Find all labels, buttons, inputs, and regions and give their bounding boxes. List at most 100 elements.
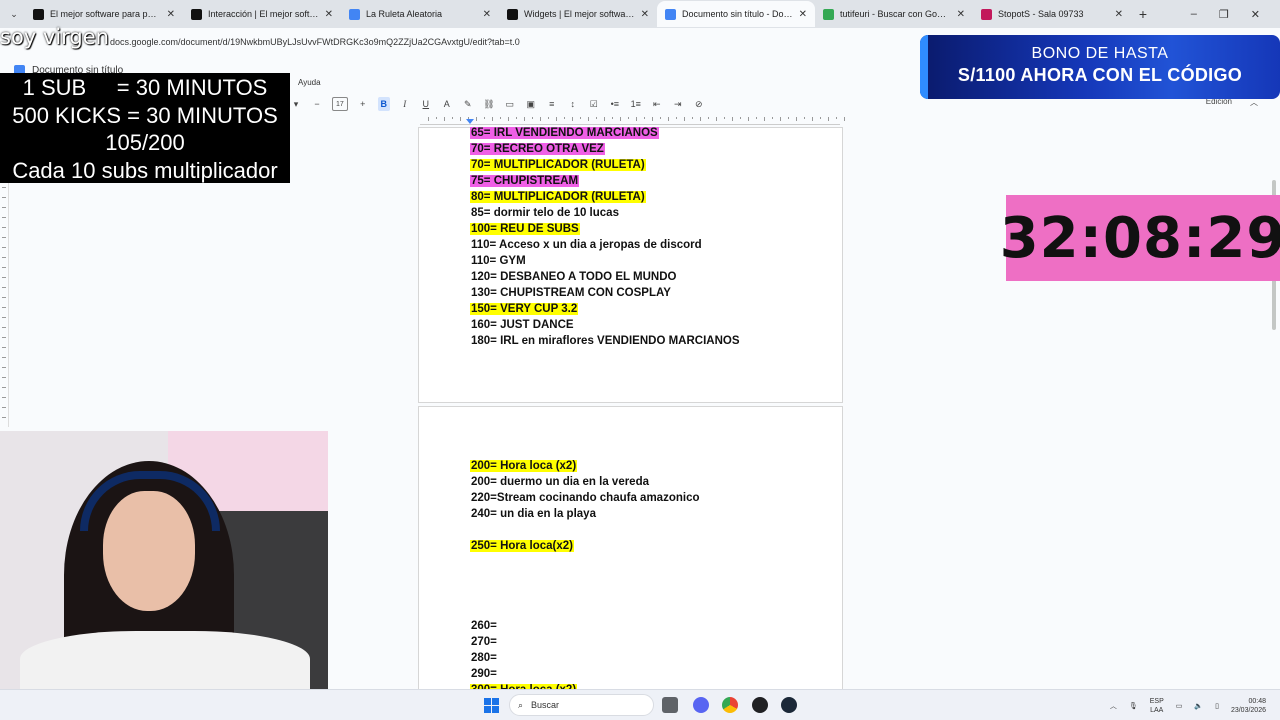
tab-close-icon[interactable]: ✕ <box>325 9 333 20</box>
browser-tab[interactable]: La Ruleta Aleatoria ✕ <box>341 1 499 27</box>
minimize-button[interactable]: ‒ <box>1191 8 1197 20</box>
ruler-tick <box>540 117 541 121</box>
windows-start-icon[interactable] <box>484 698 499 713</box>
ruler-tick <box>556 117 557 121</box>
ruler-tick <box>564 117 565 119</box>
tab-close-icon[interactable]: ✕ <box>799 9 807 20</box>
document-line[interactable]: 180= IRL en miraflores VENDIENDO MARCIAN… <box>470 334 741 348</box>
rule-multiplier: Cada 10 subs multiplicador <box>12 157 278 183</box>
menu-help[interactable]: Ayuda <box>298 78 321 87</box>
horizontal-ruler[interactable] <box>420 117 845 125</box>
align-left-icon[interactable]: ≡ <box>546 97 558 111</box>
tab-close-icon[interactable]: ✕ <box>167 9 175 20</box>
ruler-tick <box>828 117 829 121</box>
document-line[interactable]: 260= <box>470 619 498 633</box>
document-line[interactable]: 75= CHUPISTREAM <box>470 174 580 188</box>
document-line-text: 70= RECREO OTRA VEZ <box>470 143 605 155</box>
document-page-2[interactable]: 200= Hora loca (x2) 200= duermo un dia en… <box>418 406 843 696</box>
document-line[interactable]: 100= REU DE SUBS <box>470 222 580 236</box>
input-language[interactable]: ESP LAA <box>1150 697 1164 715</box>
close-window-button[interactable]: ✕ <box>1251 8 1260 21</box>
font-size-input[interactable]: 17 <box>332 97 348 111</box>
browser-tab[interactable]: StopotS - Sala 09733 ✕ <box>973 1 1131 27</box>
browser-tab[interactable]: Widgets | El mejor software pa ✕ <box>499 1 657 27</box>
text-color-icon[interactable]: A <box>441 97 453 111</box>
document-line[interactable]: 110= Acceso x un dia a jeropas de discor… <box>470 238 703 252</box>
ruler-tick <box>740 117 741 119</box>
insert-link-icon[interactable]: ⛓ <box>483 97 495 111</box>
ruler-tick <box>2 247 6 248</box>
ruler-tick <box>692 117 693 119</box>
new-tab-button[interactable]: + <box>1131 6 1155 22</box>
document-line[interactable]: 200= duermo un dia en la vereda <box>470 475 650 489</box>
bulleted-list-icon[interactable]: •≡ <box>609 97 621 111</box>
document-line[interactable]: 70= MULTIPLICADOR (RULETA) <box>470 158 646 172</box>
document-line[interactable]: 160= JUST DANCE <box>470 318 575 332</box>
ruler-tick <box>2 267 6 268</box>
indent-marker-icon[interactable] <box>466 119 474 124</box>
battery-icon[interactable]: ▯ <box>1215 702 1219 710</box>
document-page-1[interactable]: 65= IRL VENDIENDO MARCIANOS 70= RECREO OT… <box>418 127 843 403</box>
document-line[interactable]: 110= GYM <box>470 254 527 268</box>
tab-close-icon[interactable]: ✕ <box>957 9 965 20</box>
ruler-tick <box>572 117 573 121</box>
url-field[interactable]: docs.google.com/document/d/19NwkbmUByLJs… <box>110 37 520 47</box>
highlight-pen-icon[interactable]: ✎ <box>462 97 474 111</box>
taskbar-search[interactable]: ⌕ Buscar <box>509 694 654 716</box>
tab-close-icon[interactable]: ✕ <box>641 9 649 20</box>
document-line[interactable]: 85= dormir telo de 10 lucas <box>470 206 620 220</box>
document-line-text: 110= GYM <box>471 255 526 267</box>
browser-tab[interactable]: Documento sin título - Docum ✕ <box>657 1 815 27</box>
document-line[interactable]: 240= un dia en la playa <box>470 507 597 521</box>
document-line-text: 250= Hora loca(x2) <box>470 540 574 552</box>
document-line[interactable]: 150= VERY CUP 3.2 <box>470 302 579 316</box>
increase-indent-icon[interactable]: ⇥ <box>672 97 684 111</box>
discord-icon[interactable] <box>693 697 709 713</box>
font-dropdown-icon[interactable]: ▾ <box>290 97 302 111</box>
italic-button[interactable]: I <box>399 97 411 111</box>
document-line[interactable]: 280= <box>470 651 498 665</box>
document-line[interactable]: 120= DESBANEO A TODO EL MUNDO <box>470 270 677 284</box>
network-icon[interactable]: ▭ <box>1176 702 1183 710</box>
browser-tab[interactable]: El mejor software para potencia ✕ <box>25 1 183 27</box>
tab-favicon-icon <box>823 8 834 20</box>
document-line[interactable]: 65= IRL VENDIENDO MARCIANOS <box>470 126 659 140</box>
document-line[interactable]: 70= RECREO OTRA VEZ <box>470 142 605 156</box>
decrease-indent-icon[interactable]: ⇤ <box>651 97 663 111</box>
document-line[interactable]: 130= CHUPISTREAM CON COSPLAY <box>470 286 672 300</box>
obs-icon[interactable] <box>752 697 768 713</box>
show-hidden-icons-chevron-icon[interactable]: ︿ <box>1110 701 1117 711</box>
document-line[interactable]: 80= MULTIPLICADOR (RULETA) <box>470 190 646 204</box>
browser-tab[interactable]: Interacción | El mejor softwa ✕ <box>183 1 341 27</box>
document-line[interactable]: 290= <box>470 667 498 681</box>
increase-font-size-button[interactable]: + <box>357 97 369 111</box>
document-line[interactable]: 270= <box>470 635 498 649</box>
chrome-icon[interactable] <box>722 697 738 713</box>
underline-button[interactable]: U <box>420 97 432 111</box>
decrease-font-size-button[interactable]: − <box>311 97 323 111</box>
tab-search-dropdown-icon[interactable]: ⌄ <box>3 3 25 25</box>
ruler-tick <box>708 117 709 119</box>
maximize-button[interactable]: ❐ <box>1219 8 1229 21</box>
document-line[interactable]: 250= Hora loca(x2) <box>470 539 574 553</box>
browser-tab[interactable]: tutifeuri - Buscar con Google ✕ <box>815 1 973 27</box>
clear-formatting-icon[interactable]: ⊘ <box>693 97 705 111</box>
insert-comment-icon[interactable]: ▭ <box>504 97 516 111</box>
document-line[interactable]: 200= Hora loca (x2) <box>470 459 578 473</box>
microphone-icon[interactable]: 🎙 <box>1129 702 1138 710</box>
taskbar-clock[interactable]: 00:48 23/03/2026 <box>1231 697 1266 715</box>
volume-icon[interactable]: 🔈 <box>1194 702 1203 710</box>
windows-taskbar: ⌕ Buscar ︿ 🎙 ESP LAA ▭ 🔈 ▯ 00:48 23/03/2… <box>0 689 1280 720</box>
steam-icon[interactable] <box>781 697 797 713</box>
line-spacing-icon[interactable]: ↕ <box>567 97 579 111</box>
tab-close-icon[interactable]: ✕ <box>1115 9 1123 20</box>
bold-button[interactable]: B <box>377 97 390 111</box>
document-line[interactable]: 220=Stream cocinando chaufa amazonico <box>470 491 700 505</box>
task-view-icon[interactable] <box>662 697 678 713</box>
checklist-icon[interactable]: ☑ <box>588 97 600 111</box>
tab-close-icon[interactable]: ✕ <box>483 9 491 20</box>
ruler-tick <box>604 117 605 121</box>
ruler-tick <box>508 117 509 121</box>
numbered-list-icon[interactable]: 1≡ <box>630 97 642 111</box>
insert-image-icon[interactable]: ▣ <box>525 97 537 111</box>
